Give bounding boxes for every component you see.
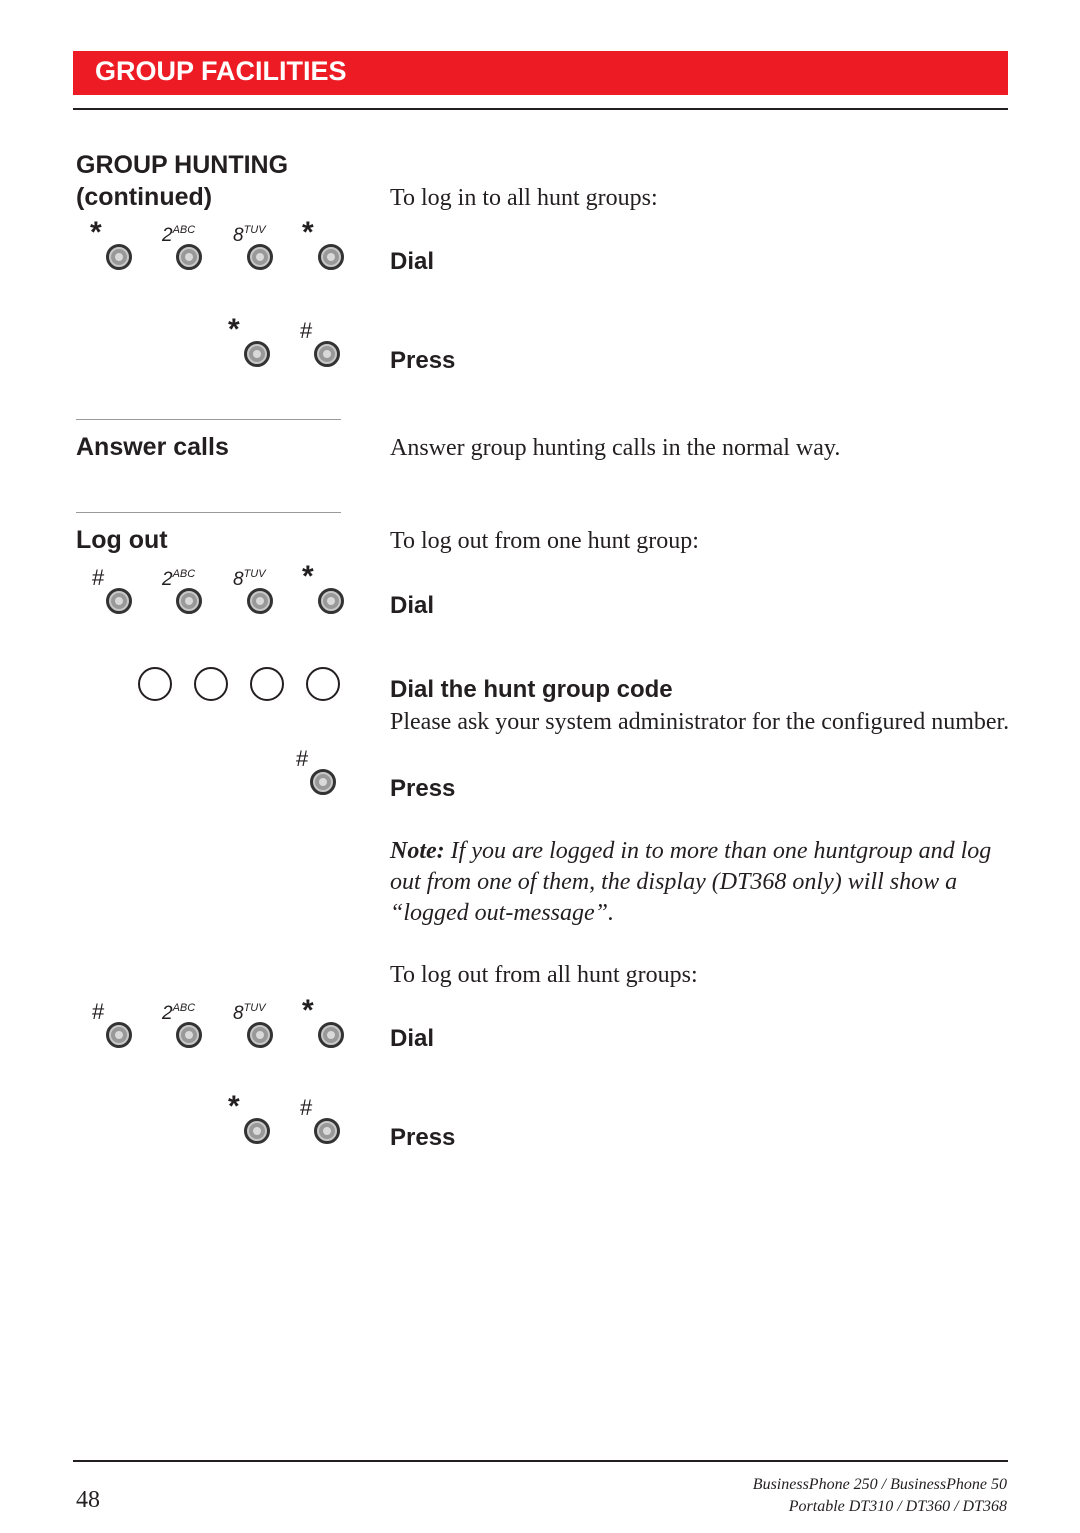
key-button-icon: [244, 1118, 270, 1144]
footer-product-info: BusinessPhone 250 / BusinessPhone 50 Por…: [753, 1474, 1007, 1518]
code-digit-placeholder-icon: [138, 667, 172, 701]
login-dial-label: Dial: [390, 248, 435, 275]
key-8-tuv: 8TUV: [233, 1002, 273, 1052]
key-button-icon: [247, 588, 273, 614]
page-number: 48: [76, 1487, 100, 1513]
code-digit-placeholder-icon: [250, 667, 284, 701]
logout-all-press-label: Press: [390, 1124, 456, 1151]
key-hash: #: [300, 318, 340, 371]
hash-icon: #: [92, 999, 105, 1024]
key-button-icon: [106, 1022, 132, 1048]
note-paragraph: Note: If you are logged in to more than …: [390, 836, 1010, 929]
login-intro: To log in to all hunt groups:: [390, 185, 658, 211]
footer-product-line2: Portable DT310 / DT360 / DT368: [788, 1498, 1007, 1515]
answer-text: Answer group hunting calls in the normal…: [390, 435, 841, 461]
section-title: GROUP FACILITIES: [95, 56, 347, 86]
key-button-icon: [106, 588, 132, 614]
logout-one-intro: To log out from one hunt group:: [390, 528, 699, 554]
key-button-icon: [318, 588, 344, 614]
hash-icon: #: [300, 1095, 313, 1120]
hash-icon: #: [92, 565, 105, 590]
footer-divider: [73, 1460, 1008, 1462]
star-icon: *: [302, 560, 314, 593]
star-icon: *: [302, 994, 314, 1027]
key-button-icon: [176, 1022, 202, 1048]
key-star: *: [228, 313, 270, 371]
star-icon: *: [302, 216, 314, 249]
sidebar-heading-continued: (continued): [76, 183, 213, 211]
star-icon: *: [228, 1090, 240, 1123]
footer-product-line1: BusinessPhone 250 / BusinessPhone 50: [752, 1476, 1007, 1493]
section-banner: GROUP FACILITIES: [73, 51, 1008, 95]
key-button-icon: [318, 244, 344, 270]
key-button-icon: [314, 341, 340, 367]
login-press-label: Press: [390, 347, 456, 374]
sidebar-divider: [76, 512, 341, 513]
key-button-icon: [176, 588, 202, 614]
star-icon: *: [228, 313, 240, 346]
note-label: Note:: [390, 838, 445, 864]
key-button-icon: [244, 341, 270, 367]
sidebar-heading-log-out: Log out: [76, 526, 168, 554]
key-star: *: [302, 216, 344, 274]
key-button-icon: [176, 244, 202, 270]
logout-one-code-label: Dial the hunt group code: [390, 676, 673, 703]
key-button-icon: [106, 244, 132, 270]
key-hash: #: [296, 746, 336, 799]
header-divider: [73, 108, 1008, 110]
logout-one-code-hint: Please ask your system administrator for…: [390, 709, 1010, 735]
key-star: *: [90, 216, 132, 274]
hash-icon: #: [296, 746, 309, 771]
key-star: *: [302, 994, 344, 1052]
key-2-abc: 2ABC: [162, 1002, 202, 1052]
note-text: If you are logged in to more than one hu…: [390, 838, 992, 926]
key-star: *: [228, 1090, 270, 1148]
logout-one-dial-label: Dial: [390, 592, 435, 619]
key-2-abc: 2ABC: [162, 224, 202, 274]
logout-all-intro: To log out from all hunt groups:: [390, 962, 698, 988]
sidebar-heading-group-hunting: GROUP HUNTING: [76, 151, 289, 179]
key-2-abc: 2ABC: [162, 568, 202, 618]
key-hash: #: [92, 565, 132, 618]
key-hash: #: [92, 999, 132, 1052]
key-hash: #: [300, 1095, 340, 1148]
key-button-icon: [247, 1022, 273, 1048]
sidebar-heading-answer-calls: Answer calls: [76, 433, 229, 461]
key-8-tuv: 8TUV: [233, 224, 273, 274]
key-button-icon: [310, 769, 336, 795]
logout-one-press-label: Press: [390, 775, 456, 802]
key-button-icon: [314, 1118, 340, 1144]
sidebar-divider: [76, 419, 341, 420]
code-digit-placeholder-icon: [306, 667, 340, 701]
key-star: *: [302, 560, 344, 618]
logout-all-dial-label: Dial: [390, 1025, 435, 1052]
key-button-icon: [318, 1022, 344, 1048]
hash-icon: #: [300, 318, 313, 343]
key-button-icon: [247, 244, 273, 270]
star-icon: *: [90, 216, 102, 249]
code-digit-placeholder-icon: [194, 667, 228, 701]
key-8-tuv: 8TUV: [233, 568, 273, 618]
